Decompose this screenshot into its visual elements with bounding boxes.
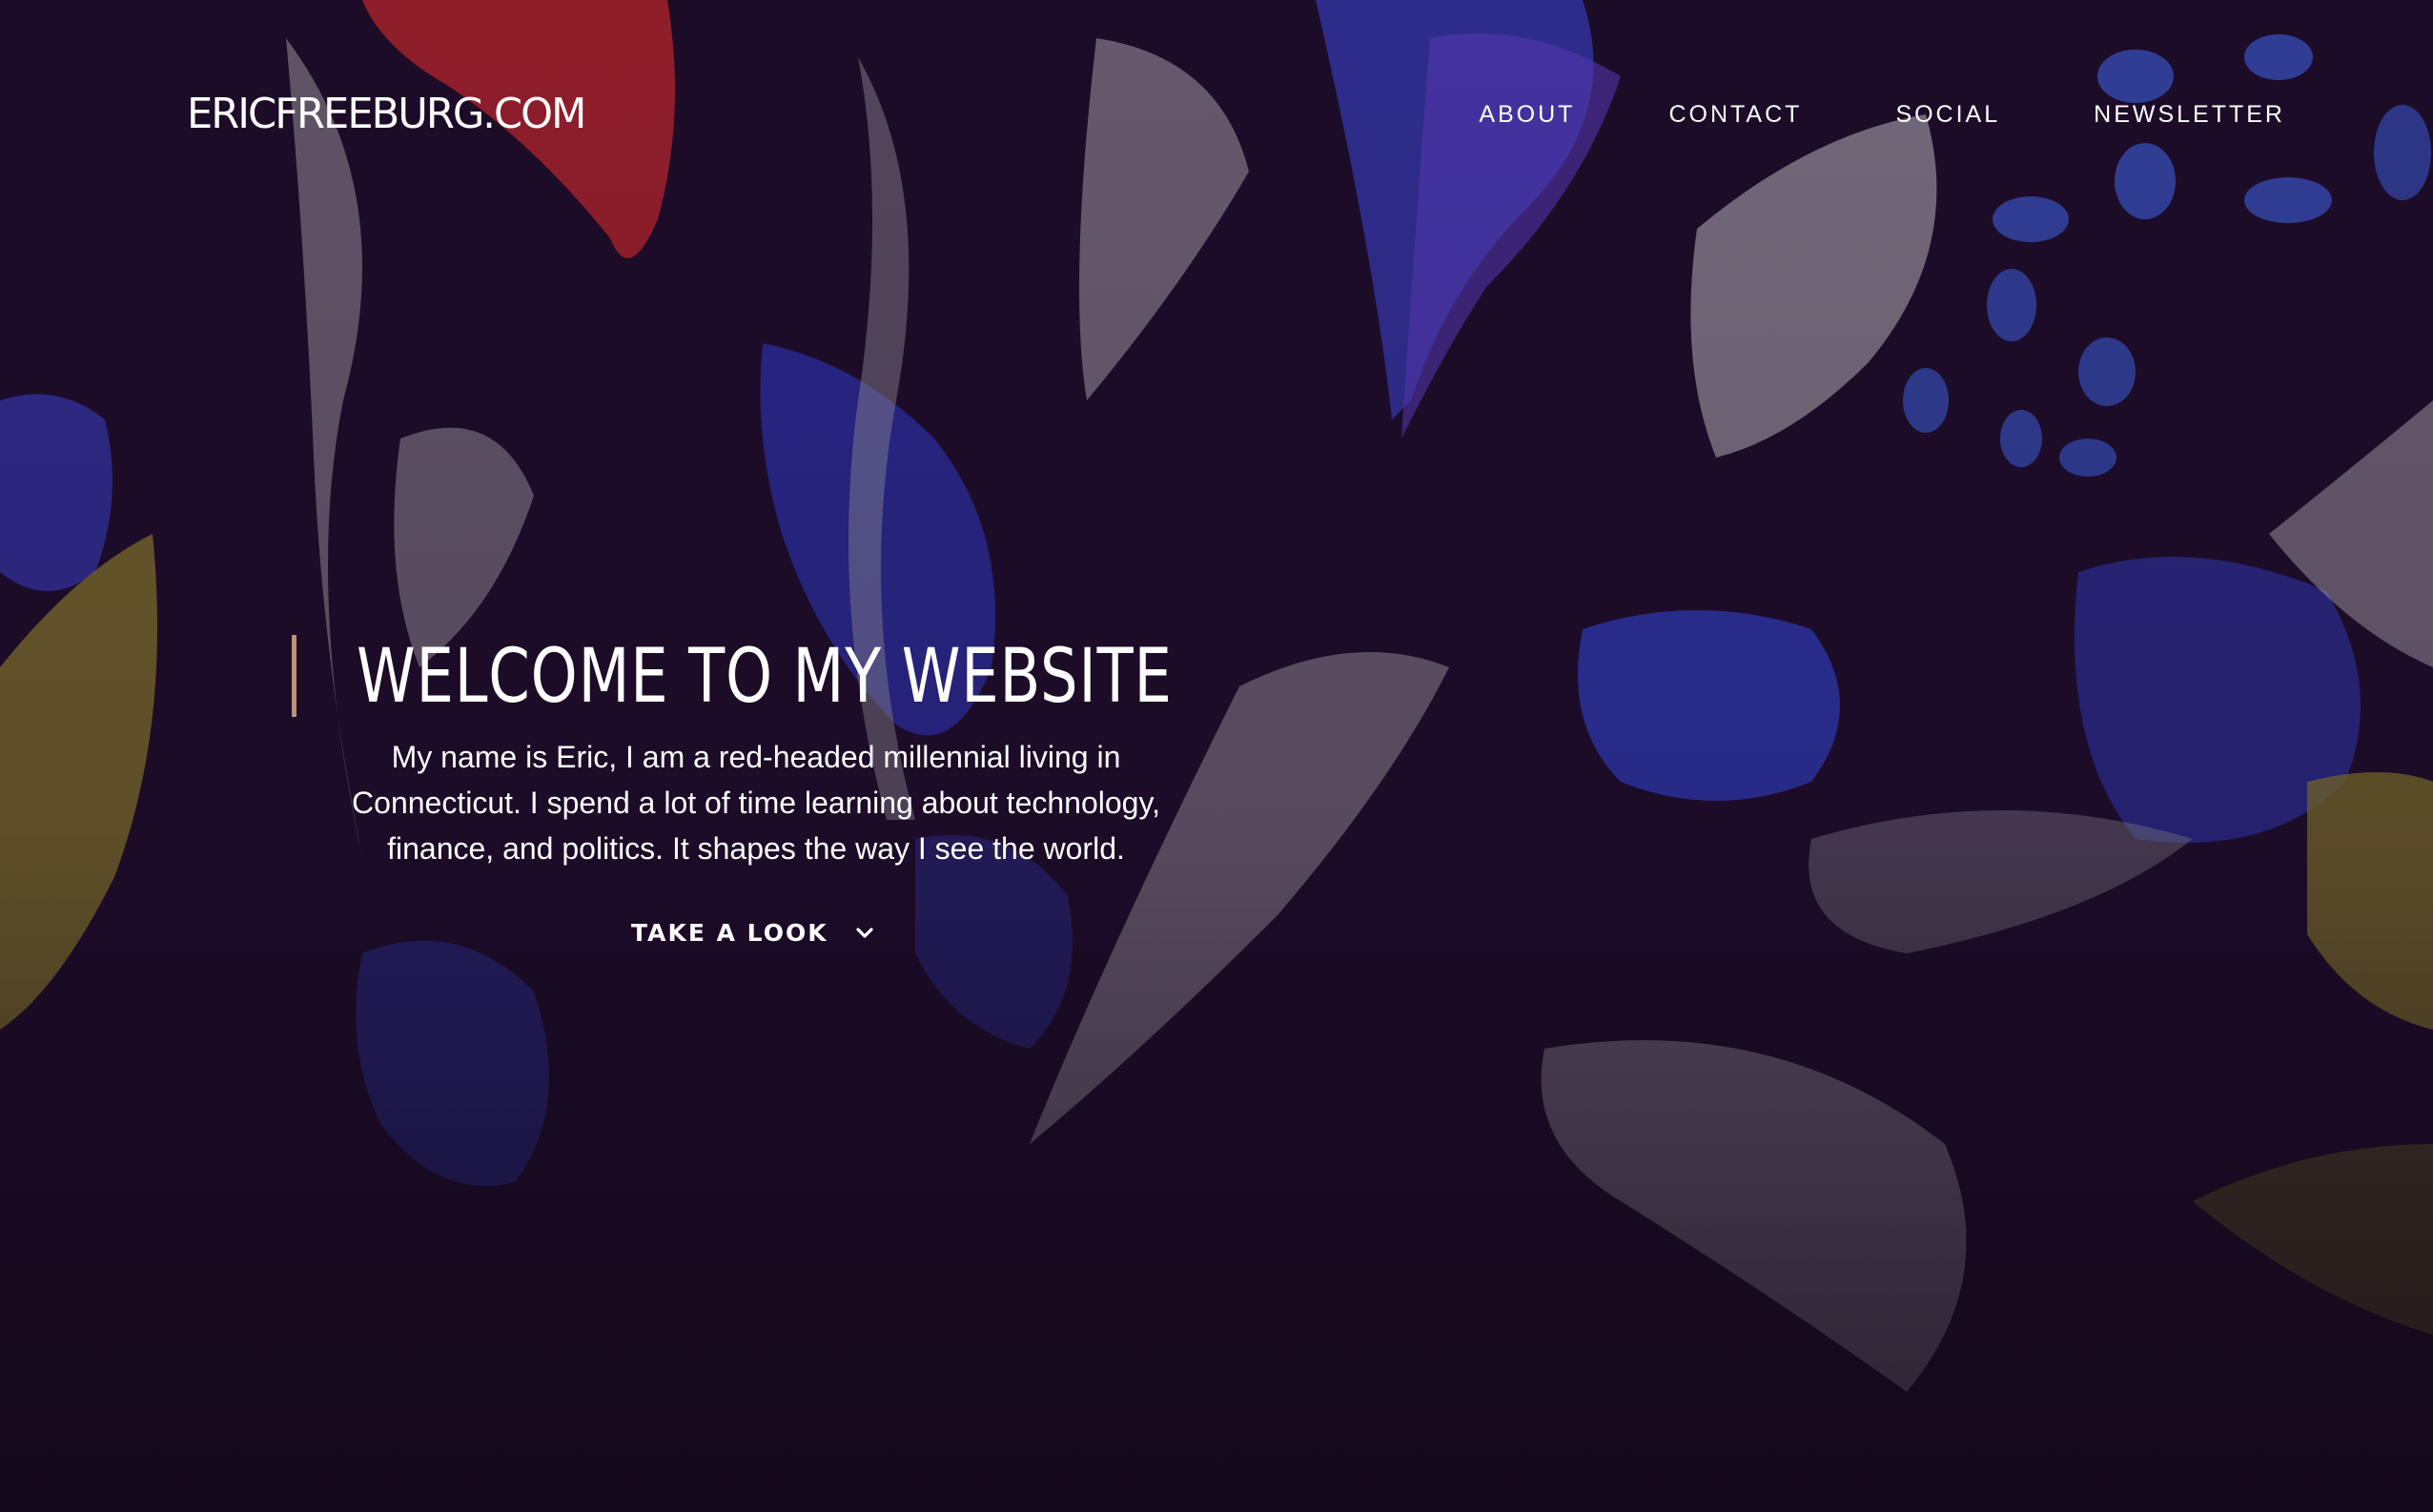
hero-description: My name is Eric, I am a red-headed mille… <box>352 740 1160 866</box>
hero-title: WELCOME TO MY WEBSITE <box>357 634 1173 720</box>
site-logo[interactable]: ERICFREEBURG.COM <box>187 88 586 141</box>
nav-item-social[interactable]: SOCIAL <box>1895 99 2000 130</box>
main-nav: ABOUT CONTACT SOCIAL NEWSLETTER <box>1479 99 2285 130</box>
chevron-down-icon <box>855 928 873 938</box>
nav-item-contact[interactable]: CONTACT <box>1668 99 1802 130</box>
nav-item-about[interactable]: ABOUT <box>1479 99 1575 130</box>
take-a-look-label: TAKE A LOOK <box>631 919 828 947</box>
take-a-look-button[interactable]: TAKE A LOOK <box>631 917 876 950</box>
nav-item-newsletter[interactable]: NEWSLETTER <box>2094 99 2285 130</box>
page: ERICFREEBURG.COM ABOUT CONTACT SOCIAL NE… <box>0 0 2433 1512</box>
site-header: ERICFREEBURG.COM ABOUT CONTACT SOCIAL NE… <box>0 0 2433 229</box>
hero-accent-bar <box>292 635 296 717</box>
